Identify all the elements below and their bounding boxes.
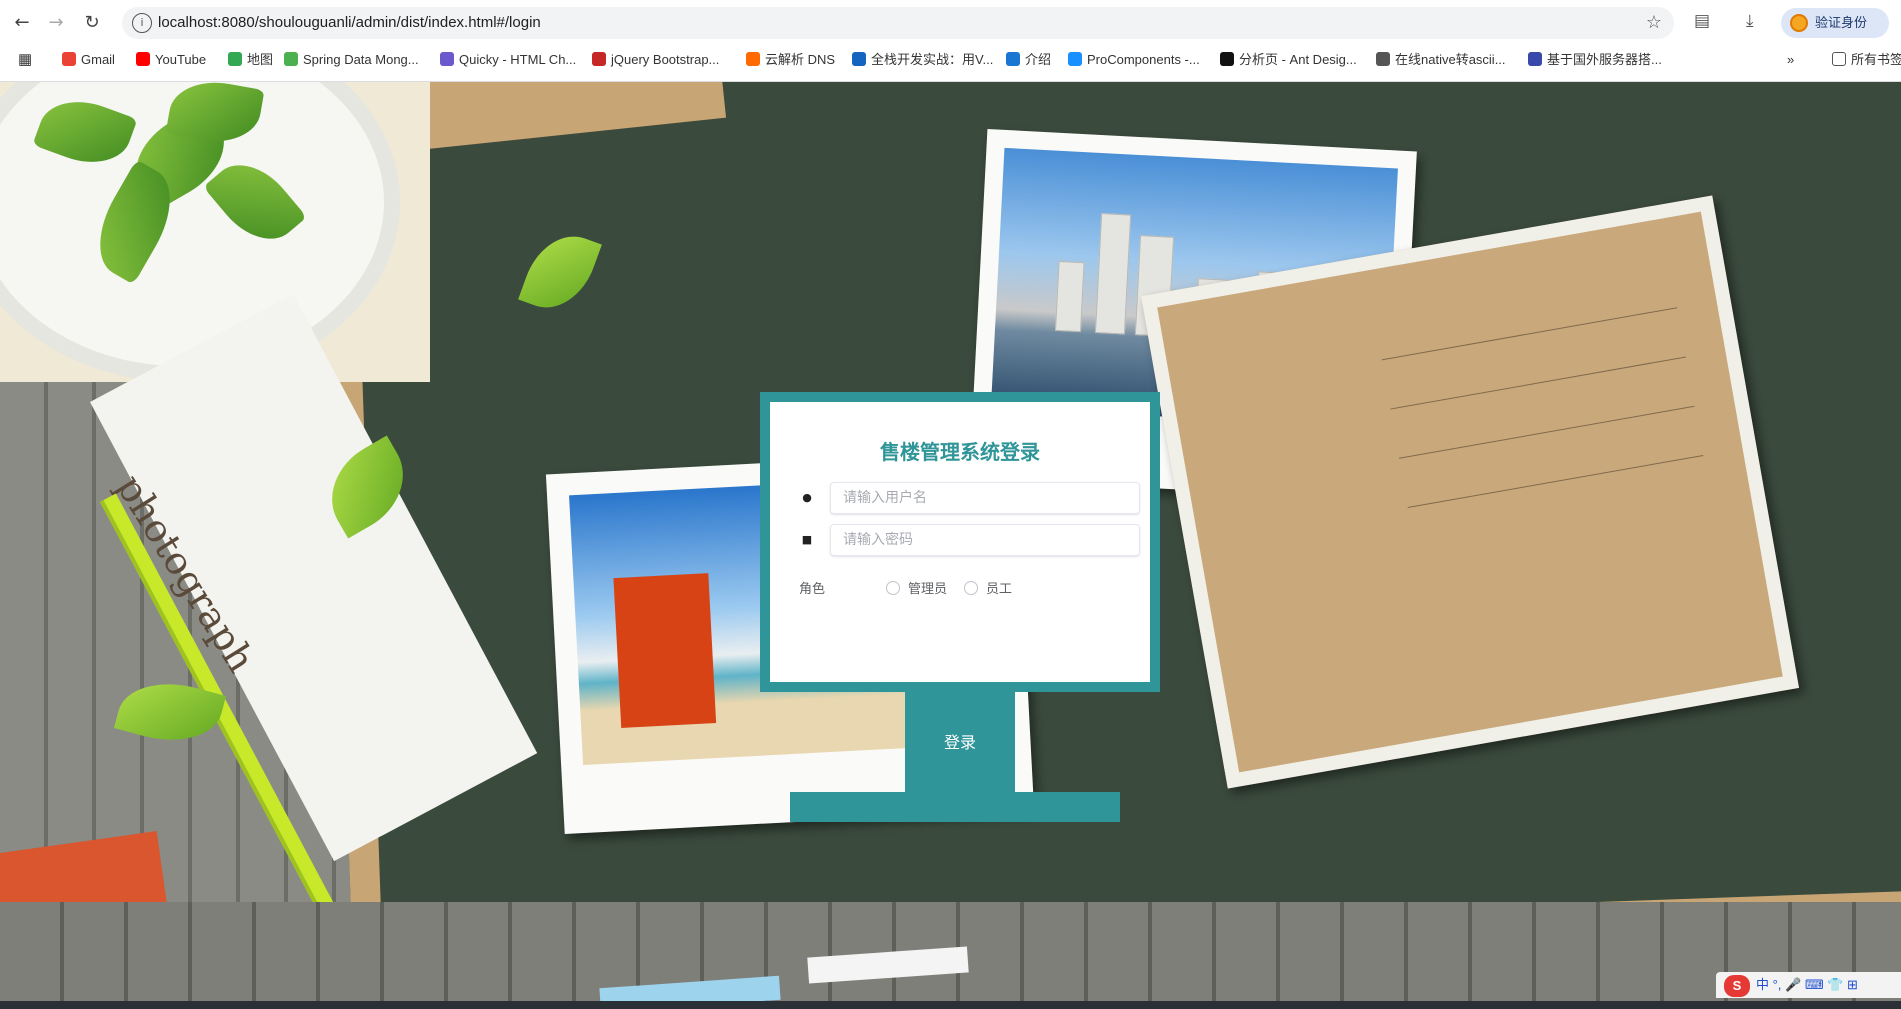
- bookmark-item[interactable]: 基于国外服务器搭...: [1528, 50, 1662, 70]
- site-info-icon[interactable]: i: [132, 13, 152, 33]
- radio-circle[interactable]: [886, 581, 900, 595]
- bookmark-favicon-icon: [746, 52, 760, 66]
- bookmark-item[interactable]: 分析页 - Ant Desig...: [1220, 50, 1357, 70]
- browser-chrome: ← → ↻ i localhost:8080/shoulouguanli/adm…: [0, 0, 1901, 82]
- bookmark-favicon-icon: [1068, 52, 1082, 66]
- bookmark-favicon-icon: [1006, 52, 1020, 66]
- bookmark-label: jQuery Bootstrap...: [611, 52, 720, 67]
- bookmark-favicon-icon: [136, 52, 150, 66]
- login-button[interactable]: 登录: [905, 712, 1015, 770]
- user-icon: ●: [802, 491, 812, 504]
- profile-avatar-icon: [1790, 14, 1808, 32]
- password-input[interactable]: [831, 525, 1139, 555]
- bookmark-item[interactable]: Quicky - HTML Ch...: [440, 50, 576, 70]
- extensions-icon[interactable]: ▤: [1694, 11, 1710, 31]
- lifeguard-hut: [613, 573, 717, 728]
- folder-icon: [1832, 52, 1846, 66]
- role-staff-radio[interactable]: 员工: [964, 578, 1012, 597]
- postcard: [1140, 195, 1800, 789]
- bookmark-item[interactable]: 在线native转ascii...: [1376, 50, 1506, 70]
- bookmark-item[interactable]: 全栈开发实战：用V...: [852, 50, 993, 70]
- login-stand-base: [790, 792, 1120, 822]
- skyline-tower: [1054, 260, 1085, 333]
- bookmark-label: YouTube: [155, 52, 207, 67]
- bookmark-label: Quicky - HTML Ch...: [459, 52, 577, 67]
- bookmark-favicon-icon: [228, 52, 242, 66]
- password-field[interactable]: [830, 524, 1140, 556]
- bookmark-label: Gmail: [81, 52, 115, 67]
- bookmark-favicon-icon: [1376, 52, 1390, 66]
- sogou-ime-icon[interactable]: S: [1724, 974, 1750, 997]
- reload-icon[interactable]: ↻: [80, 11, 104, 35]
- download-icon[interactable]: ⤓: [1746, 11, 1754, 31]
- bookmark-item[interactable]: ProComponents -...: [1068, 50, 1200, 70]
- skyline-tower: [1094, 213, 1132, 335]
- bookmark-label: 基于国外服务器搭...: [1547, 52, 1662, 67]
- postcard-line: [1381, 307, 1678, 361]
- role-admin-radio[interactable]: 管理员: [886, 578, 947, 597]
- radio-circle[interactable]: [964, 581, 978, 595]
- bookmark-item[interactable]: 介绍: [1006, 50, 1051, 70]
- bookmark-label: Spring Data Mong...: [303, 52, 419, 67]
- back-icon[interactable]: ←: [10, 11, 34, 35]
- bookmark-item[interactable]: Gmail: [62, 50, 115, 70]
- postcard-line: [1390, 356, 1686, 410]
- bookmark-item[interactable]: 云解析 DNS: [746, 50, 835, 70]
- verify-identity-label: 验证身份: [1815, 15, 1868, 30]
- bookmark-favicon-icon: [1220, 52, 1234, 66]
- bookmark-favicon-icon: [62, 52, 76, 66]
- bookmark-label: 分析页 - Ant Desig...: [1239, 52, 1357, 67]
- bookmark-item[interactable]: 地图: [228, 50, 273, 70]
- username-input[interactable]: [831, 483, 1139, 513]
- login-form: 售楼管理系统登录 ● ■ 角色 管理员 员工: [770, 402, 1150, 682]
- browser-toolbar: ← → ↻ i localhost:8080/shoulouguanli/adm…: [0, 0, 1901, 46]
- lock-icon: ■: [801, 533, 813, 546]
- bookmark-favicon-icon: [852, 52, 866, 66]
- address-bar[interactable]: i localhost:8080/shoulouguanli/admin/dis…: [122, 7, 1674, 39]
- username-field[interactable]: [830, 482, 1140, 514]
- bookmark-label: 地图: [247, 52, 274, 67]
- bookmark-favicon-icon: [284, 52, 298, 66]
- more-bookmarks-icon[interactable]: »: [1787, 50, 1794, 70]
- bookmark-favicon-icon: [1528, 52, 1542, 66]
- apps-grid-icon[interactable]: ▦: [18, 50, 32, 70]
- bookmark-star-icon[interactable]: ☆: [1646, 12, 1662, 33]
- bookmark-item[interactable]: Spring Data Mong...: [284, 50, 419, 70]
- bookmark-label: 介绍: [1025, 52, 1052, 67]
- taskbar: [0, 1001, 1901, 1009]
- bookmark-item[interactable]: jQuery Bootstrap...: [592, 50, 719, 70]
- bookmark-item[interactable]: YouTube: [136, 50, 206, 70]
- forward-icon[interactable]: →: [44, 11, 68, 35]
- all-bookmarks-link[interactable]: 所有书签: [1832, 50, 1901, 70]
- input-method-bar[interactable]: S中 °, 🎤 ⌨ 👕 ⊞: [1716, 972, 1901, 998]
- bookmark-favicon-icon: [440, 52, 454, 66]
- bookmark-label: 全栈开发实战：用V...: [871, 52, 994, 67]
- bookmark-label: 在线native转ascii...: [1395, 52, 1506, 67]
- role-label: 角色: [799, 582, 826, 597]
- login-frame: 售楼管理系统登录 ● ■ 角色 管理员 员工: [760, 392, 1160, 692]
- url-text[interactable]: localhost:8080/shoulouguanli/admin/dist/…: [158, 14, 541, 31]
- bookmark-favicon-icon: [592, 52, 606, 66]
- postcard-line: [1407, 454, 1704, 509]
- bookmark-label: ProComponents -...: [1087, 52, 1200, 67]
- postcard-line: [1398, 405, 1695, 459]
- login-title: 售楼管理系统登录: [880, 440, 1040, 464]
- verify-identity-button[interactable]: 验证身份: [1781, 8, 1889, 38]
- bookmark-label: 云解析 DNS: [765, 52, 836, 67]
- bookmarks-bar: ▦ Gmail YouTube 地图 Spring Data Mong... Quick…: [0, 50, 1901, 72]
